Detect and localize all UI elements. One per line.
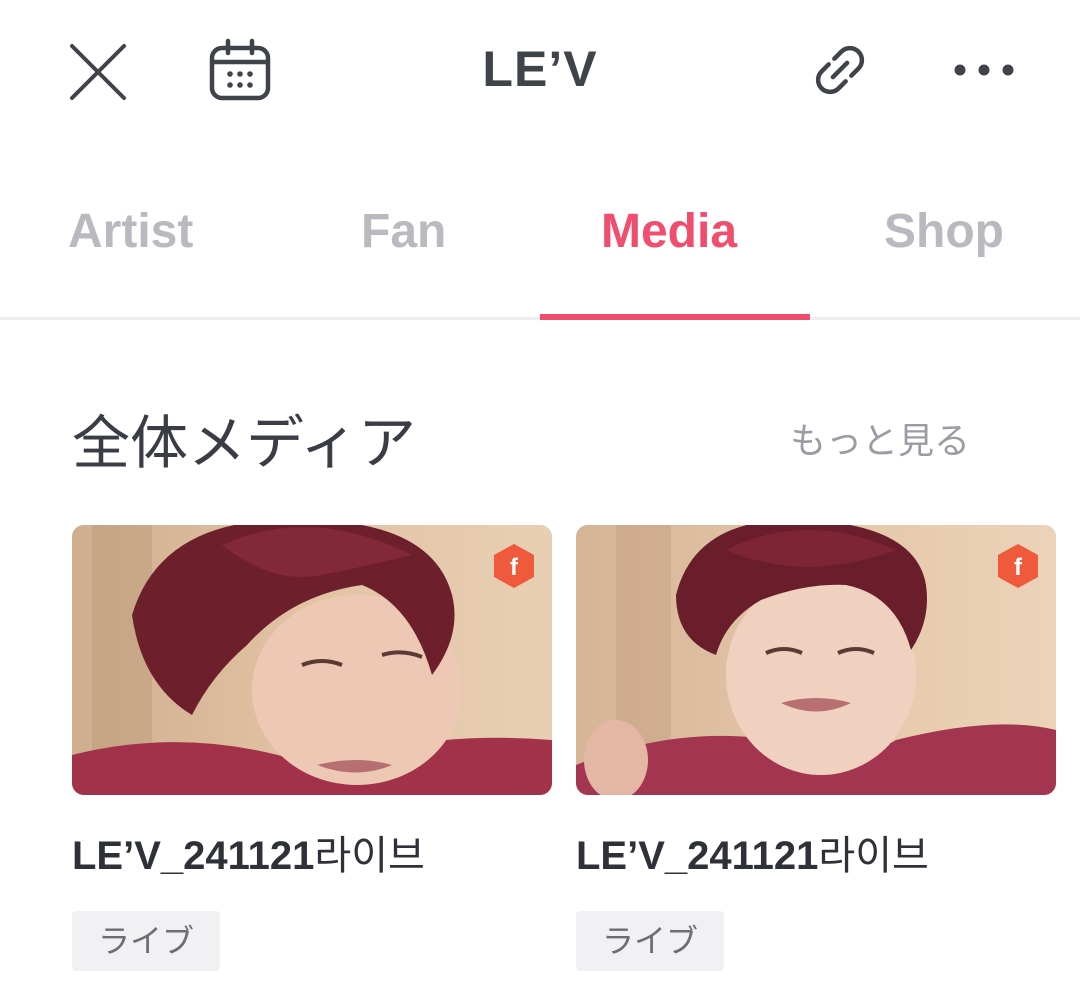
video-thumbnail[interactable]: f xyxy=(576,525,1056,795)
card-title: LE’V_241121라이브 xyxy=(72,823,552,881)
see-more-link[interactable]: もっと見る xyxy=(790,412,970,464)
more-options-button[interactable] xyxy=(946,40,1022,100)
link-icon xyxy=(815,45,865,95)
share-link-button[interactable] xyxy=(804,34,876,106)
fanclub-badge-icon: f xyxy=(998,544,1038,588)
card-title-suffix: 라이브 xyxy=(818,833,929,879)
svg-text:f: f xyxy=(510,554,519,581)
media-card[interactable]: f LE’V_241121라이브 ライブ xyxy=(72,525,552,971)
video-thumbnail[interactable]: f xyxy=(72,525,552,795)
card-title-prefix: LE’V_241121 xyxy=(72,834,315,878)
page-title: LE’V xyxy=(482,41,598,97)
top-bar: LE’V xyxy=(0,0,1080,140)
section-title: 全体メディア xyxy=(72,409,416,477)
tab-artist[interactable]: Artist xyxy=(68,204,193,259)
tab-fan[interactable]: Fan xyxy=(361,204,446,259)
media-card[interactable]: f LE’V_241121라이브 ライブ xyxy=(576,525,1056,971)
thumbnail-image xyxy=(72,525,552,795)
category-tag: ライブ xyxy=(72,911,221,971)
svg-text:f: f xyxy=(1014,554,1023,581)
card-title-prefix: LE’V_241121 xyxy=(576,834,819,878)
tab-shop[interactable]: Shop xyxy=(884,204,1004,259)
tab-media[interactable]: Media xyxy=(601,204,737,259)
tab-bar: Artist Fan Media Shop xyxy=(0,180,1080,320)
fanclub-badge-icon: f xyxy=(494,544,534,588)
card-title: LE’V_241121라이브 xyxy=(576,823,1056,881)
card-title-suffix: 라이브 xyxy=(314,833,425,879)
active-tab-indicator xyxy=(540,314,810,320)
category-tag: ライブ xyxy=(576,911,725,971)
thumbnail-image xyxy=(576,525,1056,795)
more-icon xyxy=(954,64,1014,76)
